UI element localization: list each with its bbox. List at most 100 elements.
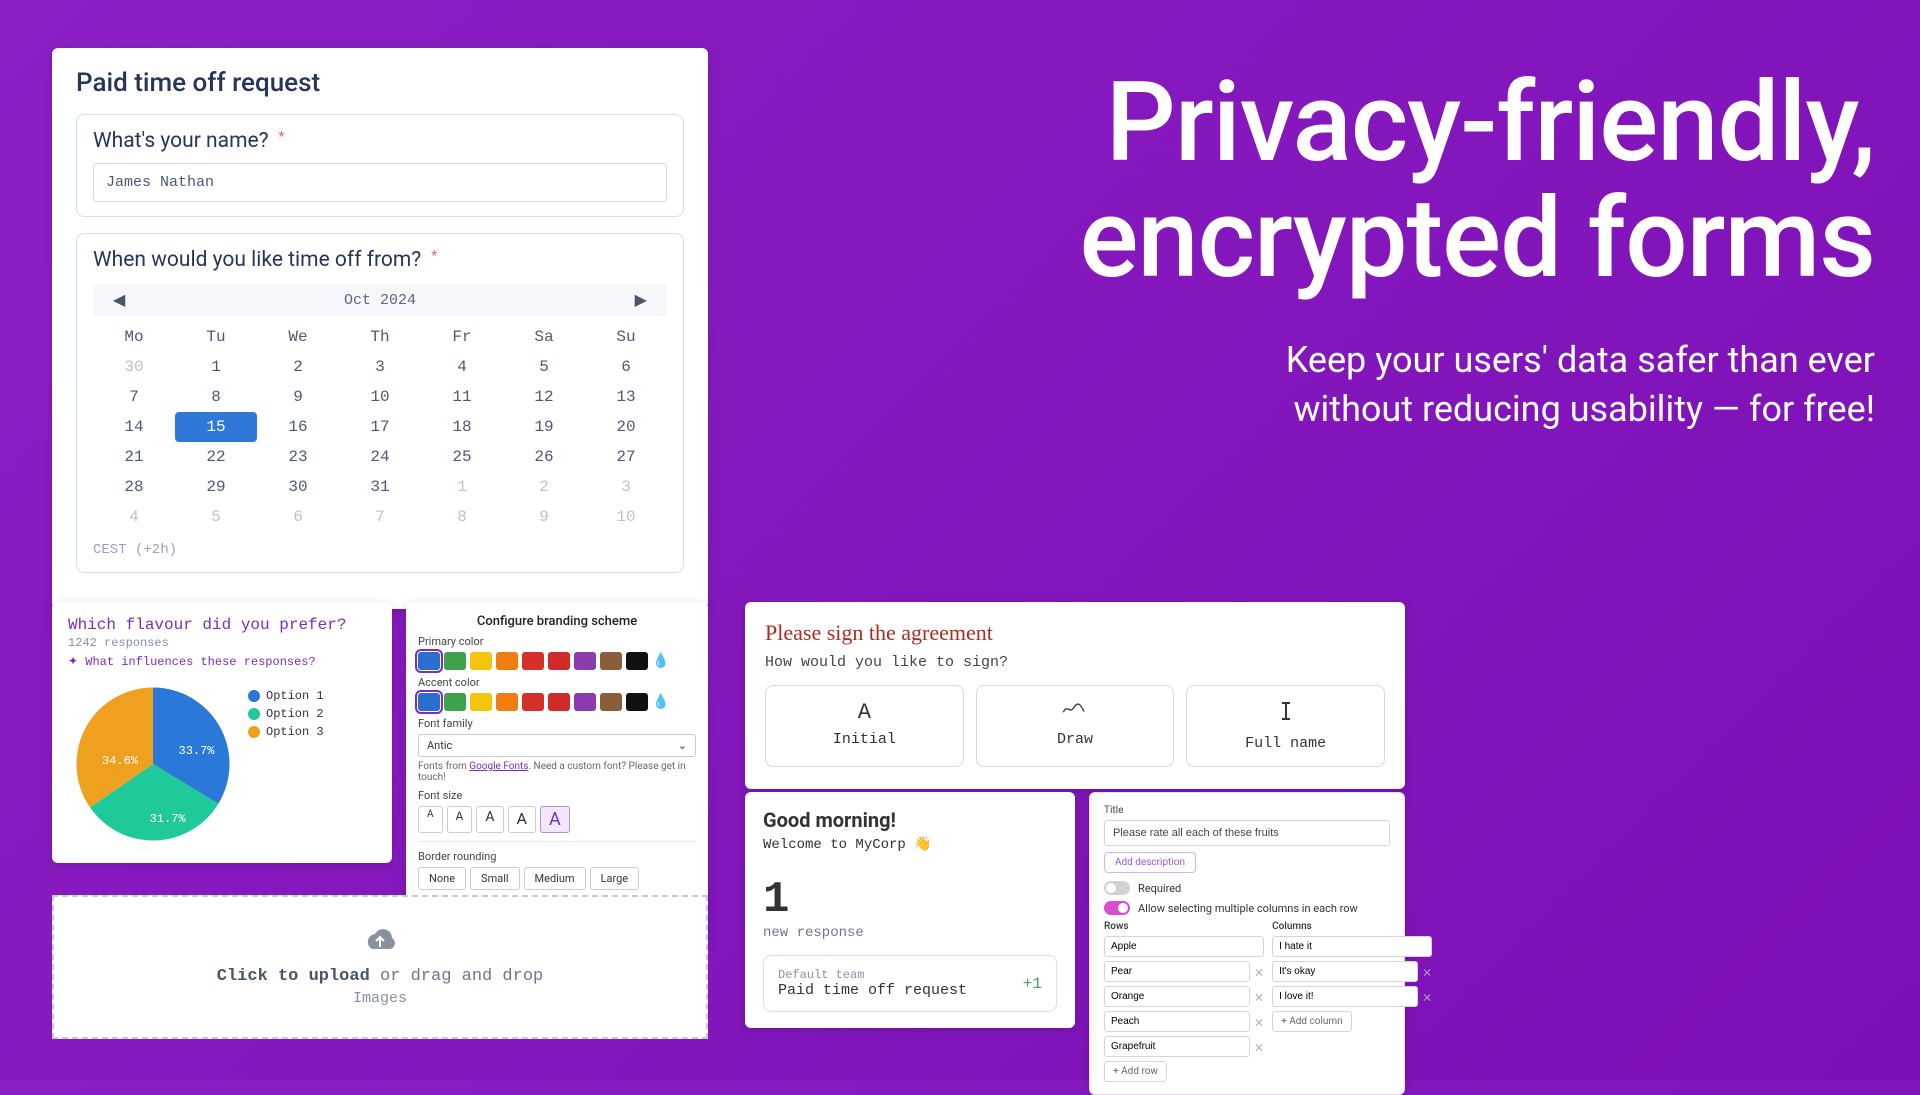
calendar-day[interactable]: 26 [503,442,585,472]
calendar-day[interactable]: 22 [175,442,257,472]
calendar-day[interactable]: 2 [257,352,339,382]
delete-icon[interactable]: ⨯ [1254,965,1264,979]
color-swatch[interactable] [470,693,492,711]
calendar-day[interactable]: 30 [257,472,339,502]
delete-icon[interactable]: ⨯ [1422,990,1432,1004]
response-item[interactable]: Default team Paid time off request +1 [763,955,1057,1012]
calendar-day[interactable]: 15 [175,412,257,442]
calendar-day[interactable]: 21 [93,442,175,472]
insight-link[interactable]: ✦ What influences these responses? [68,654,316,669]
color-swatch[interactable] [626,652,648,670]
delete-icon[interactable]: ⨯ [1254,1015,1264,1029]
calendar-day[interactable]: 29 [175,472,257,502]
calendar-day[interactable]: 17 [339,412,421,442]
delete-icon[interactable]: ⨯ [1254,1040,1264,1054]
color-swatch[interactable] [548,652,570,670]
sign-draw-button[interactable]: Draw [976,685,1175,767]
calendar-day[interactable]: 16 [257,412,339,442]
calendar-day[interactable]: 5 [503,352,585,382]
google-fonts-link[interactable]: Google Fonts [469,761,528,772]
font-size-option[interactable]: A [540,806,570,833]
font-size-label: Font size [418,789,696,802]
color-swatch[interactable] [522,693,544,711]
calendar-day[interactable]: 24 [339,442,421,472]
calendar-day[interactable]: 14 [93,412,175,442]
matrix-title-input[interactable] [1104,820,1390,846]
matrix-column-input[interactable] [1272,986,1418,1007]
color-swatch[interactable] [600,652,622,670]
calendar-day[interactable]: 23 [257,442,339,472]
color-swatch[interactable] [574,693,596,711]
color-swatch[interactable] [418,652,440,670]
color-swatch[interactable] [470,652,492,670]
accent-color-row: 💧 [418,693,696,711]
dashboard-card: Good morning! Welcome to MyCorp 👋 1 new … [745,792,1075,1028]
matrix-column-input[interactable] [1272,961,1418,982]
font-family-select[interactable]: Antic ⌄ [418,734,696,757]
color-swatch[interactable] [600,693,622,711]
required-indicator: * [431,248,437,264]
sign-fullname-button[interactable]: Full name [1186,685,1385,767]
name-input[interactable] [93,163,667,202]
matrix-row-input[interactable] [1104,1011,1250,1032]
rounding-option[interactable]: Medium [524,867,586,890]
rounding-option[interactable]: None [418,867,466,890]
color-swatch[interactable] [496,652,518,670]
calendar-day[interactable]: 4 [421,352,503,382]
date-label: When would you like time off from? [93,248,421,272]
calendar-day[interactable]: 28 [93,472,175,502]
font-size-option[interactable]: A [447,806,473,833]
date-field: When would you like time off from? * ◀ O… [76,233,684,573]
color-swatch[interactable] [548,693,570,711]
next-month-icon[interactable]: ▶ [635,290,647,310]
color-swatch[interactable] [444,693,466,711]
calendar-day[interactable]: 7 [93,382,175,412]
sign-initial-button[interactable]: A Initial [765,685,964,767]
matrix-column-input[interactable] [1272,936,1432,957]
calendar-day[interactable]: 3 [339,352,421,382]
calendar-day[interactable]: 20 [585,412,667,442]
calendar-day[interactable]: 19 [503,412,585,442]
multi-select-toggle[interactable] [1104,901,1130,915]
upload-card[interactable]: Click to upload or drag and drop Images [52,895,708,1039]
welcome-text: Welcome to MyCorp 👋 [763,836,1057,853]
calendar-day[interactable]: 12 [503,382,585,412]
rounding-option[interactable]: Large [590,867,640,890]
calendar-day[interactable]: 10 [339,382,421,412]
calendar-day[interactable]: 31 [339,472,421,502]
color-swatch[interactable] [496,693,518,711]
color-picker-icon[interactable]: 💧 [652,694,669,710]
color-swatch[interactable] [574,652,596,670]
add-row-button[interactable]: + Add row [1104,1061,1167,1082]
color-picker-icon[interactable]: 💧 [652,653,669,669]
font-size-option[interactable]: A [476,806,503,833]
matrix-row-input[interactable] [1104,1036,1250,1057]
delete-icon[interactable]: ⨯ [1422,965,1432,979]
matrix-row-input[interactable] [1104,936,1264,957]
color-swatch[interactable] [522,652,544,670]
calendar-day[interactable]: 25 [421,442,503,472]
add-description-button[interactable]: Add description [1104,852,1196,873]
matrix-row-input[interactable] [1104,986,1250,1007]
calendar-day[interactable]: 27 [585,442,667,472]
prev-month-icon[interactable]: ◀ [113,290,125,310]
calendar-day[interactable]: 13 [585,382,667,412]
calendar-day[interactable]: 11 [421,382,503,412]
font-hint: Fonts from Google Fonts. Need a custom f… [418,761,696,783]
font-size-option[interactable]: A [418,806,443,833]
delete-icon[interactable]: ⨯ [1254,990,1264,1004]
color-swatch[interactable] [418,693,440,711]
calendar-day[interactable]: 9 [257,382,339,412]
required-toggle[interactable] [1104,881,1130,895]
calendar-day[interactable]: 6 [585,352,667,382]
calendar-day[interactable]: 1 [175,352,257,382]
matrix-row-input[interactable] [1104,961,1250,982]
rounding-option[interactable]: Small [470,867,520,890]
color-swatch[interactable] [626,693,648,711]
add-column-button[interactable]: + Add column [1272,1011,1352,1032]
color-swatch[interactable] [444,652,466,670]
calendar-day[interactable]: 8 [175,382,257,412]
font-size-option[interactable]: A [508,806,536,833]
weekday-header: Su [585,322,667,352]
calendar-day[interactable]: 18 [421,412,503,442]
